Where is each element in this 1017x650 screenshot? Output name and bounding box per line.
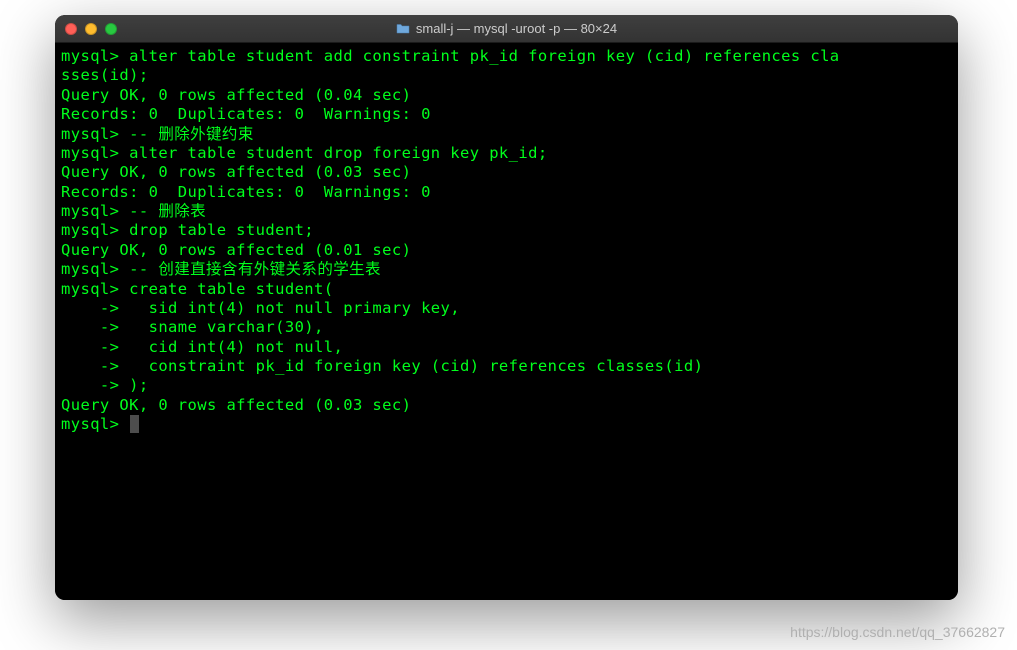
terminal-line: mysql> -- 删除外键约束 — [61, 125, 952, 144]
terminal-line: Query OK, 0 rows affected (0.01 sec) — [61, 241, 952, 260]
window-title: small-j — mysql -uroot -p — 80×24 — [416, 21, 617, 36]
traffic-lights — [55, 23, 117, 35]
terminal-window: small-j — mysql -uroot -p — 80×24 mysql>… — [55, 15, 958, 600]
terminal-line: mysql> -- 创建直接含有外键关系的学生表 — [61, 260, 952, 279]
close-button[interactable] — [65, 23, 77, 35]
terminal-line: mysql> -- 删除表 — [61, 202, 952, 221]
title-bar: small-j — mysql -uroot -p — 80×24 — [55, 15, 958, 43]
watermark: https://blog.csdn.net/qq_37662827 — [790, 624, 1005, 640]
terminal-line: Records: 0 Duplicates: 0 Warnings: 0 — [61, 183, 952, 202]
terminal-line: mysql> — [61, 415, 952, 434]
minimize-button[interactable] — [85, 23, 97, 35]
terminal-line: -> cid int(4) not null, — [61, 338, 952, 357]
terminal-line: Query OK, 0 rows affected (0.03 sec) — [61, 163, 952, 182]
title-center: small-j — mysql -uroot -p — 80×24 — [55, 21, 958, 36]
terminal-content: mysql> alter table student add constrain… — [61, 47, 952, 435]
terminal-line: Query OK, 0 rows affected (0.03 sec) — [61, 396, 952, 415]
terminal-line: -> sid int(4) not null primary key, — [61, 299, 952, 318]
terminal-line: mysql> alter table student add constrain… — [61, 47, 952, 66]
terminal-line: Records: 0 Duplicates: 0 Warnings: 0 — [61, 105, 952, 124]
maximize-button[interactable] — [105, 23, 117, 35]
terminal-line: Query OK, 0 rows affected (0.04 sec) — [61, 86, 952, 105]
cursor — [130, 415, 139, 433]
terminal-body[interactable]: mysql> alter table student add constrain… — [55, 43, 958, 600]
terminal-line: sses(id); — [61, 66, 952, 85]
folder-icon — [396, 23, 410, 34]
terminal-line: -> sname varchar(30), — [61, 318, 952, 337]
terminal-line: mysql> alter table student drop foreign … — [61, 144, 952, 163]
terminal-line: -> ); — [61, 376, 952, 395]
terminal-line: mysql> drop table student; — [61, 221, 952, 240]
terminal-line: -> constraint pk_id foreign key (cid) re… — [61, 357, 952, 376]
terminal-line: mysql> create table student( — [61, 280, 952, 299]
